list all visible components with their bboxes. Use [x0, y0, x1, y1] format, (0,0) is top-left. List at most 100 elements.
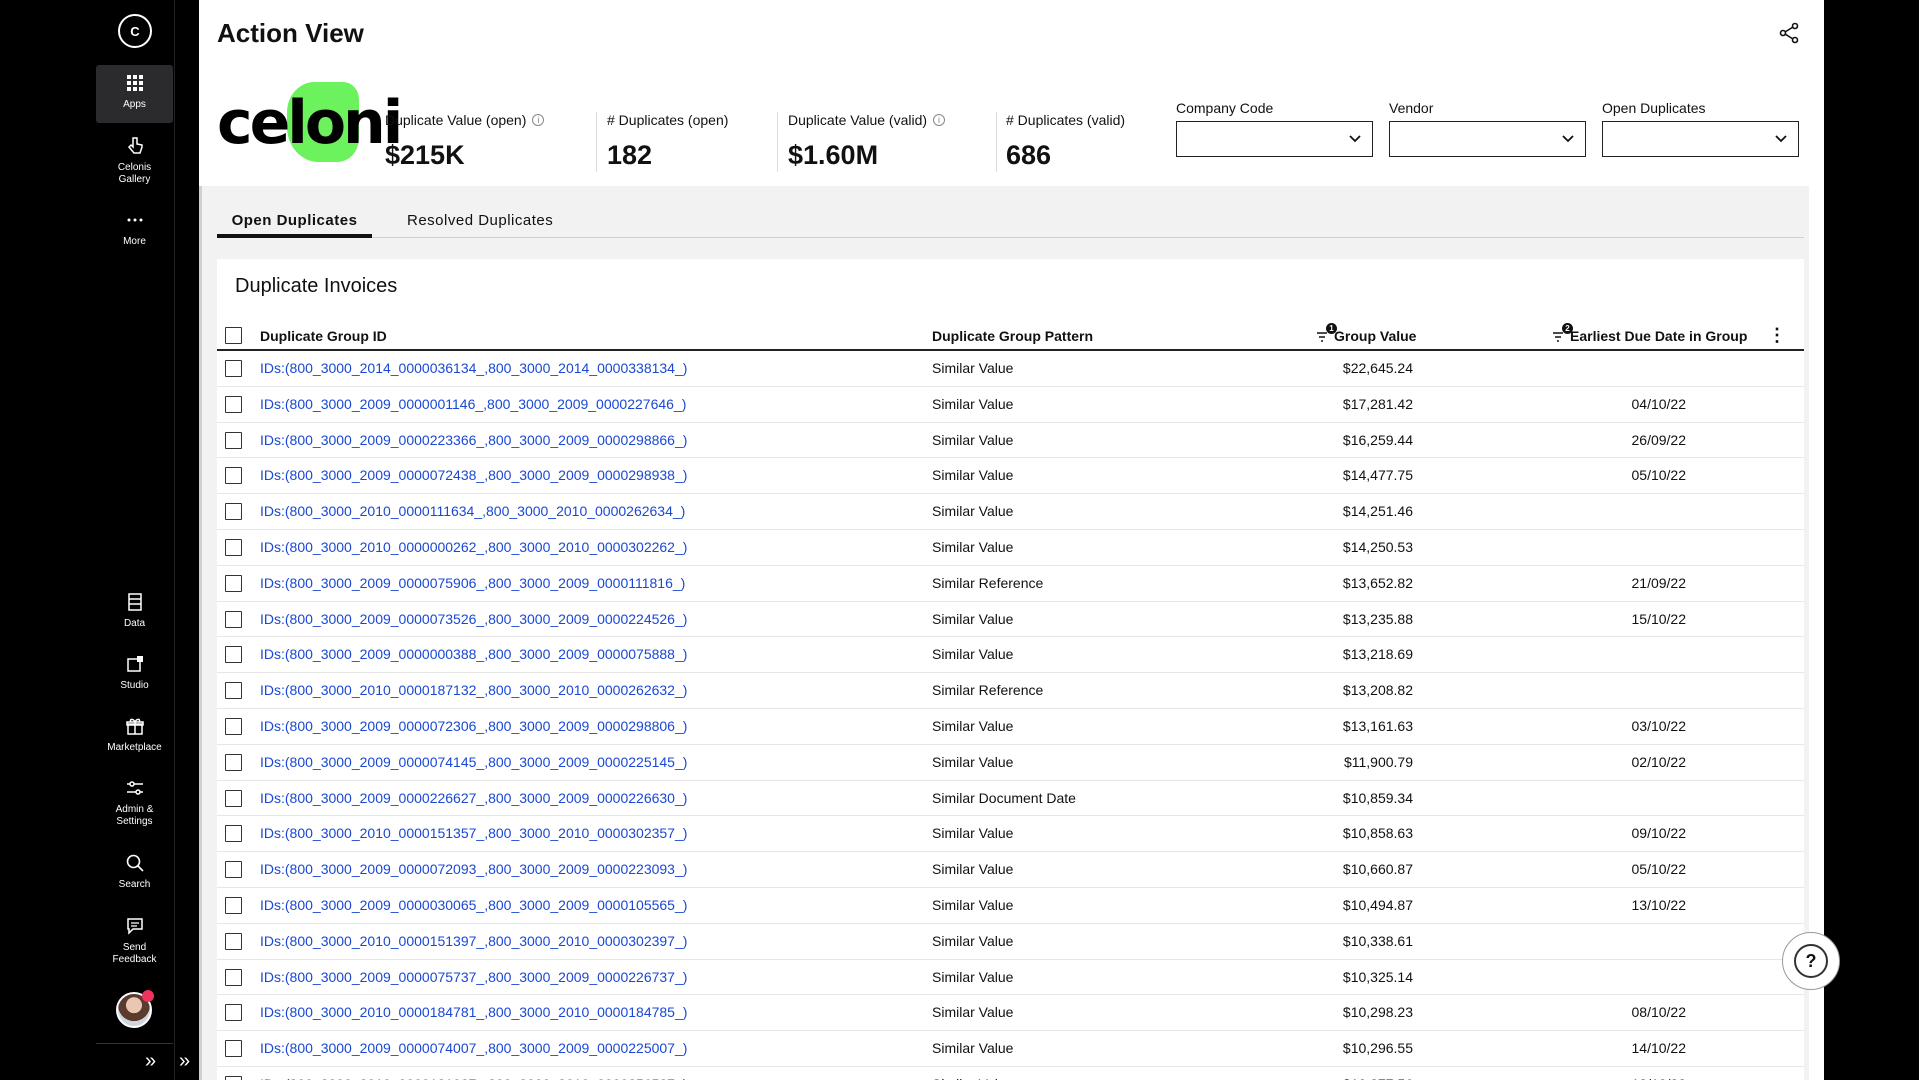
table-row[interactable]: IDs:(800_3000_2010_0000181027_,800_3000_…: [217, 1067, 1804, 1080]
row-checkbox[interactable]: [225, 717, 242, 735]
group-id-link[interactable]: IDs:(800_3000_2009_0000000388_,800_3000_…: [260, 646, 687, 662]
share-icon[interactable]: [1778, 22, 1800, 44]
row-checkbox[interactable]: [225, 753, 242, 771]
nav-item-send-feedback[interactable]: Send Feedback: [96, 916, 173, 966]
open-duplicates-select[interactable]: [1602, 121, 1799, 157]
table-row[interactable]: IDs:(800_3000_2010_0000111634_,800_3000_…: [217, 494, 1804, 530]
table-row[interactable]: IDs:(800_3000_2009_0000001146_,800_3000_…: [217, 387, 1804, 423]
group-id-link[interactable]: IDs:(800_3000_2010_0000000262_,800_3000_…: [260, 539, 687, 555]
nav-item-marketplace[interactable]: Marketplace: [96, 716, 173, 754]
user-avatar[interactable]: [116, 990, 154, 1028]
row-checkbox[interactable]: [225, 360, 242, 377]
table-row[interactable]: IDs:(800_3000_2010_0000151397_,800_3000_…: [217, 924, 1804, 960]
table-row[interactable]: IDs:(800_3000_2009_0000074007_,800_3000_…: [217, 1031, 1804, 1067]
column-menu-icon[interactable]: ⋮: [1768, 326, 1786, 344]
row-checkbox[interactable]: [225, 682, 242, 700]
group-id-link[interactable]: IDs:(800_3000_2009_0000072093_,800_3000_…: [260, 861, 687, 877]
group-id-link[interactable]: IDs:(800_3000_2010_0000151357_,800_3000_…: [260, 825, 687, 841]
table-row[interactable]: IDs:(800_3000_2009_0000074145_,800_3000_…: [217, 745, 1804, 781]
help-button[interactable]: ?: [1782, 932, 1840, 990]
select-all-checkbox[interactable]: [225, 327, 242, 344]
vendor-select[interactable]: [1389, 121, 1586, 157]
group-id-link[interactable]: IDs:(800_3000_2010_0000184781_,800_3000_…: [260, 1004, 687, 1020]
table-row[interactable]: IDs:(800_3000_2009_0000075737_,800_3000_…: [217, 960, 1804, 996]
row-checkbox[interactable]: [225, 574, 242, 592]
group-id-link[interactable]: IDs:(800_3000_2014_0000036134_,800_3000_…: [260, 360, 687, 376]
col-header-group-value[interactable]: 1 Group Value: [1317, 323, 1416, 344]
table-row[interactable]: IDs:(800_3000_2010_0000184781_,800_3000_…: [217, 995, 1804, 1032]
col-header-group-id[interactable]: Duplicate Group ID: [260, 328, 387, 344]
table-row[interactable]: IDs:(800_3000_2010_0000151357_,800_3000_…: [217, 816, 1804, 853]
group-id-link[interactable]: IDs:(800_3000_2010_0000187132_,800_3000_…: [260, 682, 687, 698]
row-checkbox[interactable]: [225, 1004, 242, 1022]
chevron-down-icon: [1349, 135, 1361, 143]
group-value: $13,161.63: [1342, 717, 1413, 734]
table-row[interactable]: IDs:(800_3000_2009_0000072306_,800_3000_…: [217, 709, 1804, 745]
nav-item-search[interactable]: Search: [96, 853, 173, 891]
celonis-logo-icon[interactable]: C: [118, 14, 152, 48]
row-checkbox[interactable]: [225, 646, 242, 664]
row-checkbox[interactable]: [225, 431, 242, 449]
table-row[interactable]: IDs:(800_3000_2009_0000030065_,800_3000_…: [217, 888, 1804, 924]
group-id-link[interactable]: IDs:(800_3000_2009_0000074007_,800_3000_…: [260, 1040, 687, 1056]
table-row[interactable]: IDs:(800_3000_2009_0000226627_,800_3000_…: [217, 781, 1804, 817]
nav-label-data: Data: [123, 618, 146, 629]
group-id-link[interactable]: IDs:(800_3000_2009_0000226627_,800_3000_…: [260, 790, 687, 806]
expand-panel-icon[interactable]: »: [179, 1050, 190, 1073]
group-id-link[interactable]: IDs:(800_3000_2010_0000151397_,800_3000_…: [260, 933, 687, 949]
table-row[interactable]: IDs:(800_3000_2010_0000000262_,800_3000_…: [217, 530, 1804, 566]
row-checkbox[interactable]: [225, 610, 242, 628]
group-id-link[interactable]: IDs:(800_3000_2009_0000072306_,800_3000_…: [260, 718, 687, 734]
table-row[interactable]: IDs:(800_3000_2009_0000075906_,800_3000_…: [217, 566, 1804, 602]
group-id-link[interactable]: IDs:(800_3000_2010_0000181027_,800_3000_…: [260, 1076, 687, 1080]
group-id-link[interactable]: IDs:(800_3000_2009_0000223366_,800_3000_…: [260, 432, 687, 448]
col-header-pattern[interactable]: Duplicate Group Pattern: [932, 328, 1093, 344]
row-checkbox[interactable]: [225, 932, 242, 950]
main-page: Action View celoni Duplicate Value (open…: [199, 0, 1824, 1080]
row-checkbox[interactable]: [225, 861, 242, 879]
table-row[interactable]: IDs:(800_3000_2009_0000073526_,800_3000_…: [217, 602, 1804, 638]
info-icon[interactable]: i: [933, 114, 946, 126]
row-checkbox[interactable]: [225, 395, 242, 413]
filter-company-code: Company Code: [1176, 100, 1373, 157]
info-icon[interactable]: i: [532, 114, 545, 126]
nav-item-data[interactable]: Data: [96, 592, 173, 630]
nav-item-studio[interactable]: Studio: [96, 654, 173, 692]
table-row[interactable]: IDs:(800_3000_2014_0000036134_,800_3000_…: [217, 351, 1804, 387]
nav-item-celonis-gallery[interactable]: Celonis Gallery: [96, 136, 173, 186]
group-value: $13,235.88: [1342, 610, 1413, 627]
table-row[interactable]: IDs:(800_3000_2009_0000000388_,800_3000_…: [217, 637, 1804, 674]
table-row[interactable]: IDs:(800_3000_2009_0000072438_,800_3000_…: [217, 458, 1804, 495]
group-value: $17,281.42: [1342, 395, 1413, 412]
nav-item-admin-settings[interactable]: Admin & Settings: [96, 778, 173, 828]
nav-item-apps[interactable]: Apps: [96, 65, 173, 123]
collapse-nav-icon[interactable]: »: [145, 1050, 156, 1073]
row-checkbox[interactable]: [225, 968, 242, 986]
row-checkbox[interactable]: [225, 538, 242, 556]
group-id-link[interactable]: IDs:(800_3000_2009_0000075906_,800_3000_…: [260, 575, 685, 591]
row-checkbox[interactable]: [225, 1040, 242, 1058]
tab-open-duplicates[interactable]: Open Duplicates: [217, 208, 372, 238]
table-row[interactable]: IDs:(800_3000_2010_0000187132_,800_3000_…: [217, 673, 1804, 709]
row-checkbox[interactable]: [225, 825, 242, 843]
table-row[interactable]: IDs:(800_3000_2009_0000223366_,800_3000_…: [217, 423, 1804, 459]
table-row[interactable]: IDs:(800_3000_2009_0000072093_,800_3000_…: [217, 852, 1804, 888]
group-id-link[interactable]: IDs:(800_3000_2009_0000001146_,800_3000_…: [260, 396, 686, 412]
row-checkbox[interactable]: [225, 896, 242, 914]
group-id-link[interactable]: IDs:(800_3000_2010_0000111634_,800_3000_…: [260, 503, 685, 519]
row-checkbox[interactable]: [225, 467, 242, 485]
group-pattern: Similar Value: [932, 646, 1014, 663]
group-id-link[interactable]: IDs:(800_3000_2009_0000074145_,800_3000_…: [260, 754, 687, 770]
nav-item-more[interactable]: More: [96, 210, 173, 248]
group-id-link[interactable]: IDs:(800_3000_2009_0000075737_,800_3000_…: [260, 969, 687, 985]
group-id-link[interactable]: IDs:(800_3000_2009_0000072438_,800_3000_…: [260, 467, 687, 483]
row-checkbox[interactable]: [225, 503, 242, 521]
tab-resolved-duplicates[interactable]: Resolved Duplicates: [407, 208, 553, 238]
row-checkbox[interactable]: [225, 789, 242, 807]
kpi-duplicates-valid: # Duplicates (valid) 686: [1006, 112, 1125, 171]
group-id-link[interactable]: IDs:(800_3000_2009_0000030065_,800_3000_…: [260, 897, 687, 913]
company-code-select[interactable]: [1176, 121, 1373, 157]
group-id-link[interactable]: IDs:(800_3000_2009_0000073526_,800_3000_…: [260, 611, 687, 627]
col-header-due-date[interactable]: 2 Earliest Due Date in Group: [1553, 323, 1747, 344]
row-checkbox[interactable]: [225, 1075, 242, 1080]
